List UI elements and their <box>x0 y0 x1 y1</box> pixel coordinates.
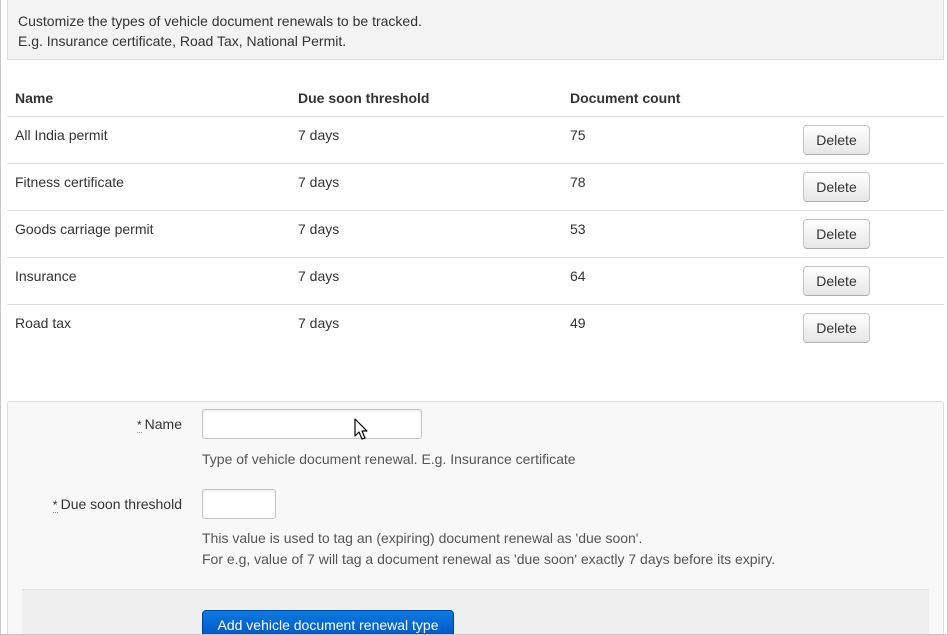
name-help-text: Type of vehicle document renewal. E.g. I… <box>202 451 576 467</box>
threshold-help-line-2: For e.g, value of 7 will tag a document … <box>202 551 776 567</box>
delete-button[interactable]: Delete <box>803 219 870 249</box>
cell-name: Fitness certificate <box>15 174 124 190</box>
cell-name: Goods carriage permit <box>15 221 154 237</box>
table-row: Road tax 7 days 49 Delete <box>7 305 944 352</box>
column-header-count: Document count <box>570 90 681 106</box>
column-header-name: Name <box>15 90 54 106</box>
page-frame: Customize the types of vehicle document … <box>0 0 948 635</box>
cell-threshold: 7 days <box>298 315 340 331</box>
cell-name: Insurance <box>15 268 77 284</box>
form-actions: Add vehicle document renewal type <box>22 589 929 634</box>
required-marker: * <box>52 498 58 513</box>
cell-threshold: 7 days <box>298 221 340 237</box>
delete-button[interactable]: Delete <box>803 125 870 155</box>
threshold-help-line-1: This value is used to tag an (expiring) … <box>202 530 643 546</box>
threshold-input[interactable] <box>202 489 276 519</box>
cell-name: All India permit <box>15 127 108 143</box>
cell-count: 75 <box>570 127 586 143</box>
required-marker: * <box>136 418 142 433</box>
cell-count: 64 <box>570 268 586 284</box>
renewal-types-table: Name Due soon threshold Document count A… <box>7 78 944 352</box>
delete-button[interactable]: Delete <box>803 313 870 343</box>
intro-line-1: Customize the types of vehicle document … <box>18 13 422 29</box>
cell-count: 49 <box>570 315 586 331</box>
cell-count: 78 <box>570 174 586 190</box>
mouse-pointer-icon <box>354 418 368 440</box>
delete-button[interactable]: Delete <box>803 266 870 296</box>
threshold-field-label: * Due soon threshold <box>8 496 182 513</box>
cell-threshold: 7 days <box>298 268 340 284</box>
cell-threshold: 7 days <box>298 174 340 190</box>
add-renewal-type-form: * Name Type of vehicle document renewal. … <box>7 401 944 634</box>
table-row: Insurance 7 days 64 Delete <box>7 258 944 305</box>
add-renewal-type-button[interactable]: Add vehicle document renewal type <box>202 610 454 634</box>
cell-name: Road tax <box>15 315 72 331</box>
name-field-label: * Name <box>8 416 182 433</box>
cell-threshold: 7 days <box>298 127 340 143</box>
table-row: All India permit 7 days 75 Delete <box>7 117 944 164</box>
intro-notice: Customize the types of vehicle document … <box>7 0 944 60</box>
table-row: Fitness certificate 7 days 78 Delete <box>7 164 944 211</box>
intro-line-2: E.g. Insurance certificate, Road Tax, Na… <box>18 33 347 49</box>
cell-count: 53 <box>570 221 586 237</box>
threshold-label-text: Due soon threshold <box>60 496 182 512</box>
column-header-threshold: Due soon threshold <box>298 90 430 106</box>
table-header-row: Name Due soon threshold Document count <box>7 78 944 117</box>
name-label-text: Name <box>144 416 182 432</box>
table-row: Goods carriage permit 7 days 53 Delete <box>7 211 944 258</box>
name-input[interactable] <box>202 409 422 439</box>
delete-button[interactable]: Delete <box>803 172 870 202</box>
